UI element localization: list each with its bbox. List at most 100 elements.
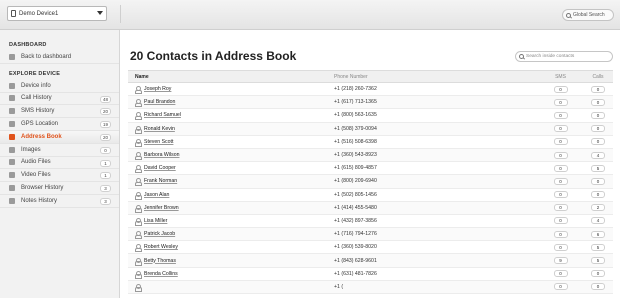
sms-count-cell: 0 <box>538 111 583 119</box>
count-badge: 3 <box>100 185 111 193</box>
count-badge: 48 <box>100 95 111 103</box>
contact-name-link[interactable]: Jason Alan <box>144 192 169 198</box>
table-row[interactable]: Frank Norman +1 (800) 209-6940 0 0 <box>128 175 613 189</box>
sidebar-item-notes-history[interactable]: Notes History 3 <box>0 195 119 208</box>
notes-icon <box>9 197 15 204</box>
calls-count-cell: 2 <box>583 204 613 212</box>
sms-count-cell: 0 <box>538 204 583 212</box>
contact-name-cell: Frank Norman <box>128 178 334 187</box>
search-icon <box>566 12 571 18</box>
sidebar-item-audio-files[interactable]: Audio Files 1 <box>0 157 119 170</box>
count-badge: 19 <box>100 121 111 129</box>
sms-count-badge: 0 <box>553 98 568 106</box>
table-row[interactable]: Joseph Roy +1 (218) 260-7362 0 0 <box>128 83 613 97</box>
column-header-calls[interactable]: Calls <box>583 74 613 80</box>
sms-count-badge: 0 <box>553 217 568 225</box>
table-row[interactable]: Lisa Miller +1 (432) 897-3856 0 4 <box>128 215 613 229</box>
contact-name-link[interactable]: Jennifer Brown <box>144 205 179 211</box>
contact-name-link[interactable]: Joseph Roy <box>144 86 171 92</box>
column-header-sms[interactable]: SMS <box>538 74 583 80</box>
person-icon <box>135 112 142 121</box>
sidebar-item-label: GPS Location <box>21 121 59 128</box>
calls-count-badge: 5 <box>591 243 605 251</box>
message-icon <box>9 108 15 115</box>
column-header-name[interactable]: Name <box>128 74 334 80</box>
person-icon <box>135 152 142 161</box>
calls-count-cell: 0 <box>583 85 613 93</box>
contact-name-cell: Ronald Kevin <box>128 125 334 134</box>
table-row[interactable]: Jennifer Brown +1 (414) 455-5480 0 2 <box>128 201 613 215</box>
image-icon <box>9 146 15 153</box>
person-icon <box>135 244 142 253</box>
device-info-icon <box>9 82 15 89</box>
contact-name-link[interactable]: Barbora Wilson <box>144 152 179 158</box>
count-badge: 1 <box>100 172 111 180</box>
sms-count-badge: 0 <box>553 164 568 172</box>
contact-name-link[interactable]: Betty Thomas <box>144 258 176 264</box>
table-row[interactable]: Brenda Collins +1 (631) 481-7826 0 0 <box>128 268 613 281</box>
back-to-dashboard-link[interactable]: Back to dashboard <box>0 51 119 64</box>
sidebar-item-sms-history[interactable]: SMS History 20 <box>0 105 119 119</box>
contact-name-link[interactable]: Richard Samuel <box>144 112 181 118</box>
phone-call-icon <box>9 95 15 102</box>
contact-name-link[interactable]: Patrick Jacob <box>144 231 175 237</box>
contact-name-link[interactable]: Robert Wesley <box>144 244 178 250</box>
phone-number: +1 ( <box>334 283 344 290</box>
calls-count-badge: 0 <box>591 138 605 146</box>
calls-count-cell: 5 <box>583 257 613 265</box>
contact-name-cell <box>128 283 334 292</box>
person-icon <box>135 165 142 174</box>
device-select[interactable]: Demo Device1 <box>7 6 107 21</box>
phone-number: +1 (360) 539-8020 <box>334 244 377 251</box>
table-row[interactable]: Betty Thomas +1 (843) 628-9601 9 5 <box>128 254 613 268</box>
sms-count-cell: 0 <box>538 243 583 251</box>
calls-count-badge: 0 <box>591 125 605 133</box>
sidebar-item-video-files[interactable]: Video Files 1 <box>0 169 119 183</box>
contact-name-link[interactable]: Lisa Miller <box>144 218 167 224</box>
sms-count-badge: 0 <box>553 204 568 212</box>
table-row[interactable]: Barbora Wilson +1 (360) 543-8923 0 4 <box>128 148 613 163</box>
contact-name-cell: Joseph Roy <box>128 86 334 95</box>
sidebar-item-address-book[interactable]: Address Book 20 <box>0 130 119 144</box>
sidebar-item-browser-history[interactable]: Browser History 3 <box>0 182 119 195</box>
sms-count-badge: 9 <box>553 257 568 265</box>
calls-count-cell: 0 <box>583 138 613 146</box>
table-row[interactable]: Steven Scott +1 (516) 508-6398 0 0 <box>128 136 613 149</box>
contact-name-link[interactable]: Ronald Kevin <box>144 126 175 132</box>
phone-number: +1 (615) 809-4857 <box>334 165 377 172</box>
table-row[interactable]: Jason Alan +1 (502) 805-1456 0 0 <box>128 189 613 202</box>
table-row[interactable]: Richard Samuel +1 (800) 563-1635 0 0 <box>128 109 613 123</box>
sidebar-item-call-history[interactable]: Call History 48 <box>0 93 119 106</box>
contact-name-link[interactable]: Steven Scott <box>144 139 173 145</box>
table-row[interactable]: Ronald Kevin +1 (508) 379-0094 0 0 <box>128 122 613 136</box>
calls-count-badge: 0 <box>591 270 605 278</box>
column-header-phone[interactable]: Phone Number <box>334 74 538 80</box>
sidebar-item-device-info[interactable]: Device info <box>0 80 119 93</box>
calls-count-badge: 0 <box>591 98 605 106</box>
sms-count-cell: 0 <box>538 283 583 291</box>
sidebar-item-images[interactable]: Images 0 <box>0 144 119 157</box>
calls-count-cell: 6 <box>583 230 613 238</box>
contact-name-link[interactable]: Brenda Collins <box>144 271 178 277</box>
table-row[interactable]: David Cooper +1 (615) 809-4857 0 5 <box>128 162 613 176</box>
sidebar-item-gps-location[interactable]: GPS Location 19 <box>0 118 119 131</box>
sms-count-cell: 0 <box>538 151 583 159</box>
sms-count-badge: 0 <box>553 85 568 93</box>
contact-name-cell: Barbora Wilson <box>128 152 334 161</box>
calls-count-cell: 0 <box>583 125 613 133</box>
contact-name-cell: Patrick Jacob <box>128 231 334 240</box>
calls-count-badge: 5 <box>591 257 605 265</box>
sms-count-badge: 0 <box>553 138 568 146</box>
table-row[interactable]: Patrick Jacob +1 (716) 794-1276 0 6 <box>128 228 613 242</box>
contact-name-link[interactable]: Frank Norman <box>144 178 177 184</box>
contact-name-link[interactable]: Paul Brandon <box>144 99 175 105</box>
contact-name-link[interactable]: David Cooper <box>144 165 176 171</box>
contact-name-cell: Jason Alan <box>128 191 334 200</box>
table-row[interactable]: Paul Brandon +1 (617) 713-1365 0 0 <box>128 96 613 110</box>
table-row[interactable]: Robert Wesley +1 (360) 539-8020 0 5 <box>128 241 613 255</box>
contacts-search-input[interactable]: Search inside contacts <box>515 51 613 62</box>
table-row[interactable]: +1 (0 0 <box>128 280 613 294</box>
device-select-label: Demo Device1 <box>19 10 59 17</box>
global-search-button[interactable]: Global Search <box>562 9 614 21</box>
sms-count-cell: 0 <box>538 230 583 238</box>
